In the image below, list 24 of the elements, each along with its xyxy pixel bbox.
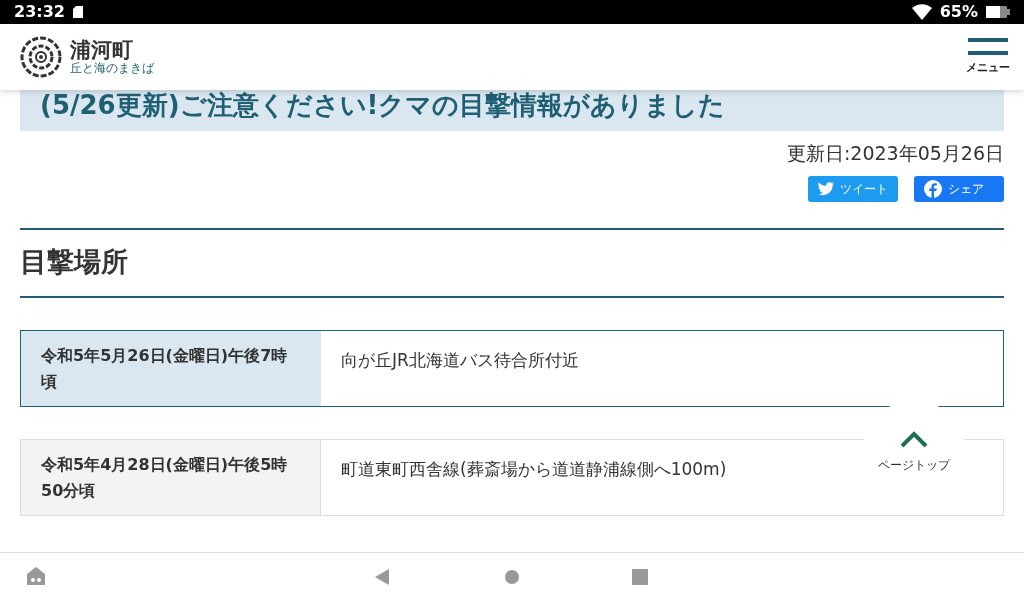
- bird-icon: [818, 181, 834, 196]
- section-heading: 目撃場所: [20, 245, 128, 277]
- battery-icon: [986, 6, 1010, 18]
- chevron-up-icon: [899, 430, 929, 448]
- home-tools-icon[interactable]: [26, 566, 46, 586]
- back-icon[interactable]: [375, 569, 389, 585]
- town-emblem-icon: [20, 36, 62, 78]
- article-title: (5/26更新)ご注意ください!クマの目撃情報がありました: [20, 90, 1004, 131]
- menu-button[interactable]: メニュー: [966, 37, 1010, 77]
- clock-time: 23:32: [14, 1, 65, 23]
- sighting-date: 令和5年5月26日(金曜日)午後7時頃: [21, 331, 321, 407]
- f-logo-icon: [924, 179, 942, 198]
- sighting-place: 町道東町西舎線(葬斎場から道道静浦線側へ100m): [341, 459, 727, 480]
- sd-card-icon: [72, 6, 83, 18]
- battery-percent: 65%: [939, 1, 978, 23]
- updated-date: 更新日:2023年05月26日: [786, 142, 1004, 164]
- share-button[interactable]: シェア: [914, 175, 1004, 202]
- town-tagline: 丘と海のまきば: [70, 61, 154, 76]
- sighting-date: 令和5年4月28日(金曜日)午後5時50分頃: [21, 440, 321, 516]
- town-name: 浦河町: [70, 38, 134, 62]
- menu-icon: [968, 37, 1008, 56]
- home-icon[interactable]: [504, 569, 520, 585]
- wifi-icon: [911, 4, 932, 20]
- sighting-place: 向が丘JR北海道バス待合所付近: [341, 350, 579, 370]
